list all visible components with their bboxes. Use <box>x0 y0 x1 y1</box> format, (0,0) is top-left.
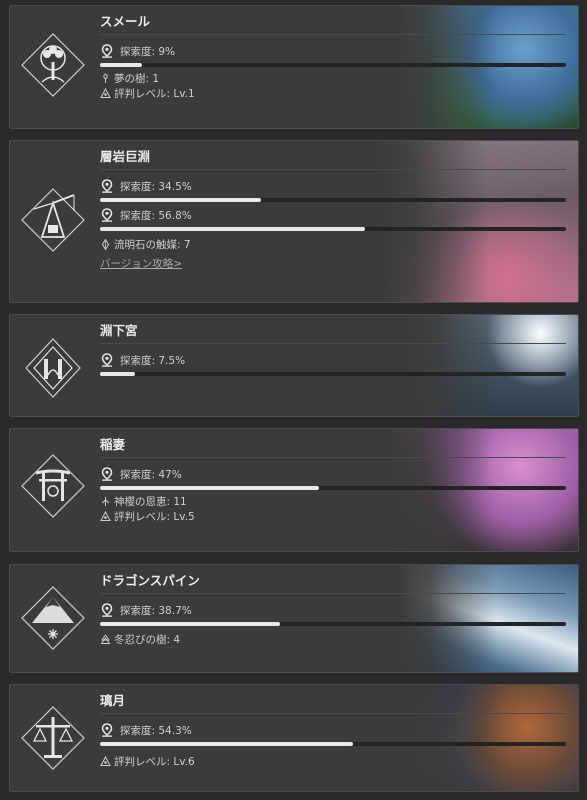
stat-row: 冬忍びの樹: 4 <box>100 632 566 647</box>
stat-text: 評判レベル: Lv.5 <box>114 511 195 523</box>
stat-text: 流明石の触媒: 7 <box>114 239 191 251</box>
location-pin-icon <box>101 208 113 222</box>
region-title: スメール <box>100 9 566 35</box>
progress-fill <box>100 372 135 376</box>
exploration-progress-bar <box>100 227 566 231</box>
enkanomiya-emblem-icon <box>20 335 86 401</box>
region-title: 璃月 <box>100 688 566 714</box>
stat-row: 評判レベル: Lv.6 <box>100 754 566 769</box>
stat-text: 神櫻の恩恵: 11 <box>114 496 187 508</box>
version-guide-link[interactable]: バージョン攻略> <box>100 256 182 271</box>
location-pin-icon <box>101 44 113 58</box>
stat-row: 神櫻の恩恵: 11 <box>100 494 566 509</box>
exploration-progress-bar <box>100 372 566 376</box>
stat-text: 評判レベル: Lv.1 <box>114 88 195 100</box>
region-card-liyue[interactable]: 璃月 探索度: 54.3% 評判レベル: Lv.6 <box>9 684 579 792</box>
exploration-label: 探索度: 38.7% <box>120 604 192 617</box>
location-pin-icon <box>101 467 113 481</box>
exploration-progress-bar <box>100 63 566 67</box>
exploration-progress-bar <box>100 198 566 202</box>
location-pin-icon <box>101 179 113 193</box>
reputation-icon <box>100 88 111 98</box>
location-pin-icon <box>101 723 113 737</box>
exploration-progress-bar <box>100 742 566 746</box>
exploration-row-underground: 探索度: 56.8% <box>100 206 566 224</box>
stat-text: 冬忍びの樹: 4 <box>114 634 181 646</box>
progress-fill <box>100 198 261 202</box>
frostbearing-tree-icon <box>100 634 111 644</box>
exploration-progress-bar <box>100 622 566 626</box>
region-card-dragonspine[interactable]: ドラゴンスパイン 探索度: 38.7% 冬忍びの樹: 4 <box>9 564 579 673</box>
stat-row: 評判レベル: Lv.5 <box>100 509 566 524</box>
stat-row: 流明石の触媒: 7 <box>100 237 566 252</box>
exploration-progress-bar <box>100 486 566 490</box>
crane-emblem-icon <box>20 187 86 253</box>
reputation-icon <box>100 756 111 766</box>
region-title: 淵下宮 <box>100 318 566 344</box>
progress-fill <box>100 227 365 231</box>
tree-emblem-icon <box>20 32 86 98</box>
lumenstone-icon <box>101 239 110 250</box>
exploration-label: 探索度: 54.3% <box>120 724 192 737</box>
exploration-row: 探索度: 9% <box>100 42 566 60</box>
torii-emblem-icon <box>20 453 86 519</box>
stat-text: 夢の樹: 1 <box>114 73 160 85</box>
stat-row: 評判レベル: Lv.1 <box>100 86 566 101</box>
region-title: 層岩巨淵 <box>100 144 566 170</box>
location-pin-icon <box>101 353 113 367</box>
exploration-label: 探索度: 34.5% <box>120 180 192 193</box>
region-card-inazuma[interactable]: 稲妻 探索度: 47% 神櫻の恩恵: 11 評判レベル: Lv.5 <box>9 428 579 552</box>
region-card-chasm[interactable]: 層岩巨淵 探索度: 34.5% 探索度: 56.8% 流明石の触媒: 7 バージ… <box>9 140 579 303</box>
progress-fill <box>100 486 320 490</box>
reputation-icon <box>100 511 111 521</box>
exploration-label: 探索度: 7.5% <box>120 354 186 367</box>
sacred-sakura-icon <box>101 497 110 506</box>
exploration-row: 探索度: 54.3% <box>100 721 566 739</box>
region-title: ドラゴンスパイン <box>100 568 566 594</box>
exploration-row: 探索度: 47% <box>100 465 566 483</box>
region-card-enkanomiya[interactable]: 淵下宮 探索度: 7.5% <box>9 314 579 417</box>
progress-fill <box>100 742 354 746</box>
progress-fill <box>100 63 142 67</box>
exploration-label: 探索度: 56.8% <box>120 209 192 222</box>
scales-emblem-icon <box>20 705 86 771</box>
location-pin-icon <box>101 603 113 617</box>
exploration-label: 探索度: 47% <box>120 468 182 481</box>
region-card-sumeru[interactable]: スメール 探索度: 9% 夢の樹: 1 評判レベル: Lv.1 <box>9 5 579 129</box>
exploration-row: 探索度: 38.7% <box>100 601 566 619</box>
stat-text: 評判レベル: Lv.6 <box>114 756 195 768</box>
dream-tree-icon <box>103 73 108 83</box>
exploration-row: 探索度: 34.5% <box>100 177 566 195</box>
stat-row: 夢の樹: 1 <box>100 71 566 86</box>
exploration-row: 探索度: 7.5% <box>100 351 566 369</box>
exploration-label: 探索度: 9% <box>120 45 176 58</box>
mountain-emblem-icon <box>20 585 86 651</box>
region-title: 稲妻 <box>100 432 566 458</box>
progress-fill <box>100 622 281 626</box>
